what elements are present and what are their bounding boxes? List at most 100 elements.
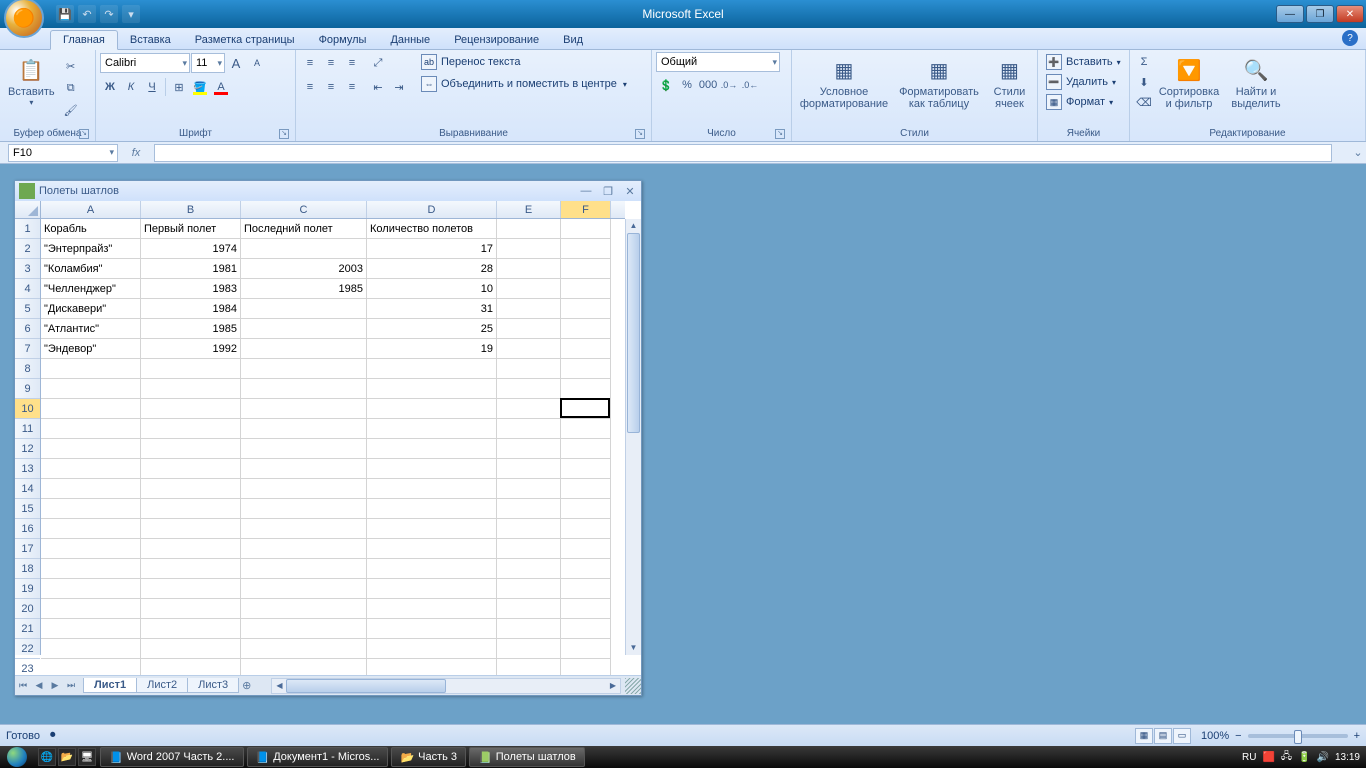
cell-A7[interactable]: "Эндевор" [41,339,141,359]
cell-styles-button[interactable]: ▦Стили ячеек [986,52,1033,112]
cell-F14[interactable] [561,479,611,499]
cell-F6[interactable] [561,319,611,339]
italic-button[interactable]: К [121,77,141,97]
cell-B14[interactable] [141,479,241,499]
cell-D6[interactable]: 25 [367,319,497,339]
tray-network-icon[interactable]: 🖧 [1281,749,1292,766]
cell-B7[interactable]: 1992 [141,339,241,359]
scroll-right-arrow[interactable]: ▶ [606,679,620,693]
wrap-text-button[interactable]: abПеренос текста [417,52,631,72]
cell-C8[interactable] [241,359,367,379]
row-header-2[interactable]: 2 [15,239,40,259]
bold-button[interactable]: Ж [100,77,120,97]
cell-E22[interactable] [497,639,561,659]
cell-F7[interactable] [561,339,611,359]
cell-A5[interactable]: "Дискавери" [41,299,141,319]
cell-D18[interactable] [367,559,497,579]
sheet-tab-3[interactable]: Лист3 [187,678,239,693]
qat-customize[interactable]: ▾ [122,5,140,23]
start-button[interactable] [0,746,34,768]
format-cells-button[interactable]: ▦Формат▾ [1042,92,1125,112]
comma-button[interactable]: 000 [698,75,718,95]
insert-cells-button[interactable]: ➕Вставить▾ [1042,52,1125,72]
cell-E19[interactable] [497,579,561,599]
cell-F11[interactable] [561,419,611,439]
cell-B9[interactable] [141,379,241,399]
number-format-combo[interactable]: Общий [656,52,780,72]
column-header-C[interactable]: C [241,201,367,218]
cell-A18[interactable] [41,559,141,579]
cell-C20[interactable] [241,599,367,619]
row-header-5[interactable]: 5 [15,299,40,319]
cell-D19[interactable] [367,579,497,599]
cell-F2[interactable] [561,239,611,259]
align-right-button[interactable]: ≡ [342,77,362,97]
font-size-combo[interactable]: 11 [191,53,225,73]
cell-F1[interactable] [561,219,611,239]
underline-button[interactable]: Ч [142,77,162,97]
cell-C1[interactable]: Последний полет [241,219,367,239]
cell-B18[interactable] [141,559,241,579]
cell-D1[interactable]: Количество полетов [367,219,497,239]
align-left-button[interactable]: ≡ [300,77,320,97]
column-header-F[interactable]: F [561,201,611,218]
increase-decimal-button[interactable]: .0→ [719,75,739,95]
cell-E3[interactable] [497,259,561,279]
cell-E20[interactable] [497,599,561,619]
scroll-left-arrow[interactable]: ◀ [272,679,286,693]
row-header-3[interactable]: 3 [15,259,40,279]
minimize-button[interactable]: — [1276,5,1304,23]
tray-volume-icon[interactable]: 🔊 [1317,752,1329,763]
close-button[interactable]: ✕ [1336,5,1364,23]
cell-F15[interactable] [561,499,611,519]
cell-D7[interactable]: 19 [367,339,497,359]
cell-A4[interactable]: "Челленджер" [41,279,141,299]
cell-B10[interactable] [141,399,241,419]
cell-A1[interactable]: Корабль [41,219,141,239]
row-header-22[interactable]: 22 [15,639,40,659]
cell-C9[interactable] [241,379,367,399]
cut-button[interactable]: ✂ [61,56,81,76]
cell-D20[interactable] [367,599,497,619]
column-header-D[interactable]: D [367,201,497,218]
row-header-12[interactable]: 12 [15,439,40,459]
cell-D21[interactable] [367,619,497,639]
cell-B6[interactable]: 1985 [141,319,241,339]
cell-E14[interactable] [497,479,561,499]
row-header-19[interactable]: 19 [15,579,40,599]
horizontal-scrollbar[interactable]: ◀ ▶ [271,678,621,694]
font-name-combo[interactable]: Calibri [100,53,190,73]
select-all-button[interactable] [15,201,41,219]
cell-E5[interactable] [497,299,561,319]
workbook-maximize[interactable]: ❐ [601,185,615,198]
find-select-button[interactable]: 🔍Найти и выделить [1224,52,1288,112]
cell-C19[interactable] [241,579,367,599]
delete-cells-button[interactable]: ➖Удалить▾ [1042,72,1125,92]
cell-E12[interactable] [497,439,561,459]
cell-E21[interactable] [497,619,561,639]
workbook-titlebar[interactable]: Полеты шатлов — ❐ ✕ [15,181,641,201]
cell-F23[interactable] [561,659,611,675]
increase-font-button[interactable]: A [226,53,246,73]
clock[interactable]: 13:19 [1335,752,1360,763]
format-painter-button[interactable]: 🖌 [61,100,81,120]
cell-A23[interactable] [41,659,141,675]
cell-E16[interactable] [497,519,561,539]
cell-C4[interactable]: 1985 [241,279,367,299]
sheet-tab-1[interactable]: Лист1 [83,678,137,693]
sheet-nav-buttons[interactable]: ⏮◀▶⏭ [15,680,79,691]
tab-view[interactable]: Вид [551,31,595,49]
cell-B17[interactable] [141,539,241,559]
cell-C11[interactable] [241,419,367,439]
cell-A9[interactable] [41,379,141,399]
cell-F3[interactable] [561,259,611,279]
tray-flag-icon[interactable]: 🟥 [1262,752,1274,763]
cell-C12[interactable] [241,439,367,459]
normal-view-button[interactable]: ▦ [1135,728,1153,744]
workbook-minimize[interactable]: — [579,185,593,198]
cell-F22[interactable] [561,639,611,659]
cell-C2[interactable] [241,239,367,259]
fill-button[interactable]: ⬇ [1134,72,1154,92]
cell-D12[interactable] [367,439,497,459]
cell-A22[interactable] [41,639,141,659]
